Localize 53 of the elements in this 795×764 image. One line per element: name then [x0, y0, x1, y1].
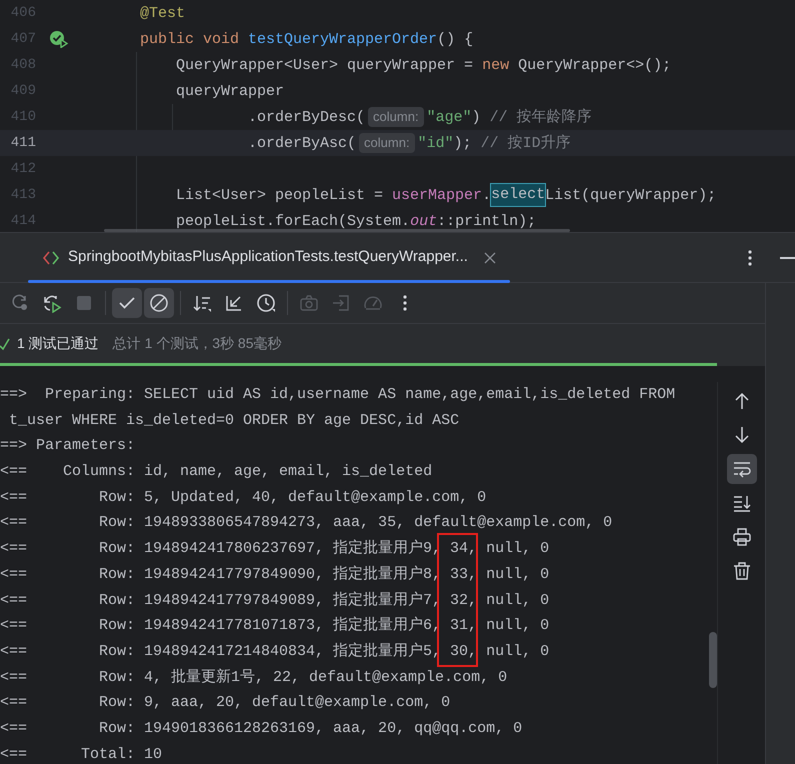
code-token: "age" [426, 110, 472, 124]
vertical-scrollbar[interactable] [709, 632, 717, 688]
code-token: List(queryWrapper); [545, 188, 716, 202]
code-token: .orderByDesc( [247, 110, 366, 124]
console-line: <== Row: 1948942417214840834, 指定批量用户5, 30, null, 0 [0, 641, 550, 662]
code-token: userMapper [392, 188, 482, 202]
code-token: peopleList.forEach(System. [175, 214, 410, 228]
line-number: 411 [10, 134, 36, 152]
code-token: testQueryWrapperOrder [248, 32, 438, 46]
checkmark-icon[interactable] [112, 288, 142, 318]
code-token: () { [437, 32, 474, 46]
console-line: <== Row: 1948933806547894273, aaa, 35, default@example.com, 0 [0, 513, 614, 534]
test-summary-text: 总计 1 个测试，3秒 85毫秒 [112, 334, 282, 353]
console-line: <== Total: 10 [0, 744, 164, 764]
code-token: "id" [418, 136, 454, 150]
soft-wrap-icon[interactable] [726, 454, 756, 484]
test-config-icon [42, 250, 60, 266]
inlay-hint: column: [359, 133, 415, 153]
test-tab[interactable]: SpringbootMybitasPlusApplicationTests.testQueryWrapper... [28, 233, 510, 282]
inlay-hint: column: [368, 107, 424, 127]
code-token: public void [139, 32, 240, 46]
console-line: ==> Preparing: SELECT uid AS id,username AS name,age,email,is_deleted FROM [0, 385, 676, 405]
console-line: <== Row: 1948942417797849090, 指定批量用户8, 33, null, 0 [0, 564, 550, 585]
console-line: <== Row: 4, 批量更新1号, 22, default@example.com, 0 [0, 668, 508, 688]
code-token: .orderByAsc( [247, 136, 356, 150]
console-line: <== Row: 5, Updated, 40, default@example.com, 0 [0, 488, 488, 508]
code-token: ) [472, 110, 482, 124]
code-token: QueryWrapper<User> queryWrapper = [175, 58, 474, 72]
console-line: <== Row: 1948942417781071873, 指定批量用户6, 31, null, 0 [0, 615, 550, 636]
code-token: // 按ID升序 [480, 136, 571, 150]
console-line: <== Row: 9, aaa, 20, default@example.com, 0 [0, 693, 452, 714]
code-token: // 按年龄降序 [490, 110, 592, 124]
test-result-text: 1 测试已通过 [17, 334, 99, 353]
code-token: QueryWrapper<>(); [517, 58, 672, 72]
console-line: <== Columns: id, name, age, email, is_deleted [0, 462, 434, 482]
code-token: out [410, 214, 438, 228]
search-match: select [491, 184, 546, 206]
code-token: queryWrapper [175, 84, 284, 98]
console-line: t_user WHERE is_deleted=0 ORDER BY age DESC,id ASC [8, 410, 460, 431]
close-icon[interactable] [484, 252, 496, 264]
code-token: ::println); [437, 214, 536, 228]
console-line: <== Row: 1948942417806237697, 指定批量用户9, 34, null, 0 [0, 538, 550, 560]
console-line: <== Row: 1949018366128263169, aaa, 20, qq@qq.com, 0 [0, 718, 524, 739]
ban-icon[interactable] [144, 288, 174, 318]
code-token: @Test [139, 6, 186, 20]
console-line: ==> Parameters: [0, 436, 136, 456]
code-token: List<User> peopleList = [175, 188, 384, 202]
code-token: . [482, 188, 492, 202]
code-token: ); [454, 136, 473, 150]
console-line: <== Row: 1948942417797849089, 指定批量用户7, 32, null, 0 [0, 590, 550, 610]
checkmark-icon [0, 336, 10, 350]
code-token: new [482, 58, 510, 72]
run-test-icon[interactable] [49, 30, 69, 48]
